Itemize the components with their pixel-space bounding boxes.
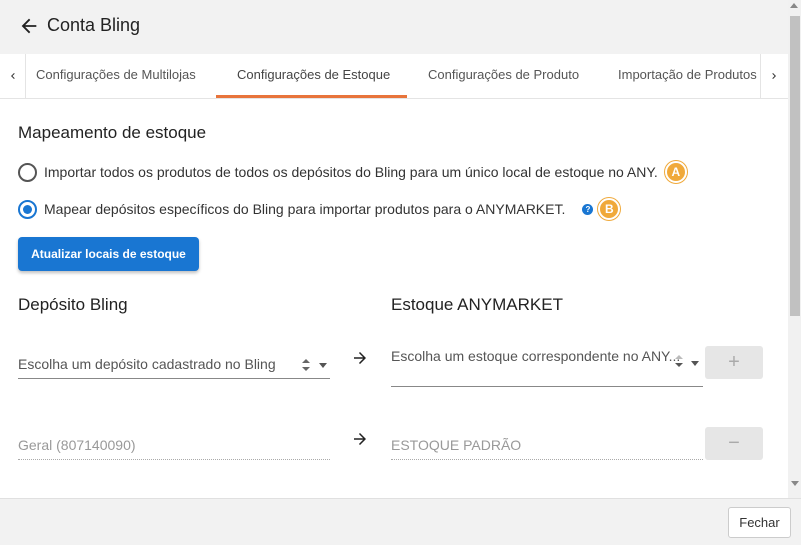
option-a-label: Importar todos os produtos de todos os d… (44, 164, 658, 180)
scroll-down-icon[interactable] (791, 481, 799, 486)
anymarket-stock-underline (391, 386, 703, 387)
mapped-anymarket-stock: ESTOQUE PADRÃO (391, 437, 522, 453)
bling-deposit-underline (18, 378, 330, 379)
tab-scroll-right-button[interactable] (760, 54, 786, 98)
header-bar: Conta Bling (0, 0, 788, 54)
section-title: Mapeamento de estoque (18, 123, 207, 142)
close-button[interactable]: Fechar (728, 507, 791, 538)
footer-bar (0, 498, 801, 545)
bling-deposit-placeholder: Escolha um depósito cadastrado no Bling (18, 356, 276, 372)
mapped-bling-deposit: Geral (807140090) (18, 437, 136, 453)
anymarket-stock-select[interactable]: Escolha um estoque correspondente no ANY… (391, 348, 703, 382)
tab-estoque[interactable]: Configurações de Estoque (237, 54, 390, 98)
tab-scroll-left-button[interactable] (0, 54, 26, 98)
mapped-bling-underline (18, 459, 330, 460)
remove-mapping-button[interactable]: − (705, 427, 763, 460)
option-a-row[interactable]: Importar todos os produtos de todos os d… (18, 161, 687, 183)
spinner-icon (675, 355, 683, 367)
option-a-radio[interactable] (18, 162, 37, 182)
chevron-left-icon (10, 73, 15, 79)
add-mapping-button[interactable]: + (705, 346, 763, 379)
option-b-row[interactable]: Mapear depósitos específicos do Bling pa… (18, 198, 621, 220)
chevron-right-icon (771, 73, 776, 79)
scrollbar-thumb[interactable] (790, 16, 800, 316)
bling-deposit-column-title: Depósito Bling (18, 295, 128, 314)
tabs-bar: Configurações de Multilojas Configuraçõe… (0, 54, 788, 99)
chevron-down-icon (319, 363, 327, 368)
option-b-badge: B (598, 198, 621, 220)
option-a-badge: A (664, 161, 687, 183)
tab-produto[interactable]: Configurações de Produto (428, 54, 579, 98)
chevron-down-icon (691, 361, 699, 366)
option-b-radio[interactable] (18, 199, 37, 219)
spinner-icon (302, 359, 310, 371)
tab-importacao-produtos[interactable]: Importação de Produtos (618, 54, 757, 98)
tabs-list: Configurações de Multilojas Configuraçõe… (26, 54, 760, 98)
arrow-right-icon (354, 352, 366, 364)
arrow-right-icon (354, 433, 366, 445)
tab-multilojas[interactable]: Configurações de Multilojas (36, 54, 196, 98)
bling-deposit-select[interactable]: Escolha um depósito cadastrado no Bling (18, 356, 330, 378)
option-b-label: Mapear depósitos específicos do Bling pa… (44, 201, 566, 217)
anymarket-stock-placeholder: Escolha um estoque correspondente no ANY… (391, 348, 681, 364)
help-icon[interactable]: ? (582, 203, 594, 215)
mapped-anymarket-underline (391, 459, 703, 460)
arrow-left-icon[interactable] (18, 15, 40, 37)
active-tab-indicator (216, 95, 407, 98)
anymarket-stock-column-title: Estoque ANYMARKET (391, 295, 563, 314)
update-stock-locations-button[interactable]: Atualizar locais de estoque (18, 237, 199, 271)
page-title: Conta Bling (47, 15, 141, 35)
scroll-up-icon[interactable] (790, 3, 798, 8)
